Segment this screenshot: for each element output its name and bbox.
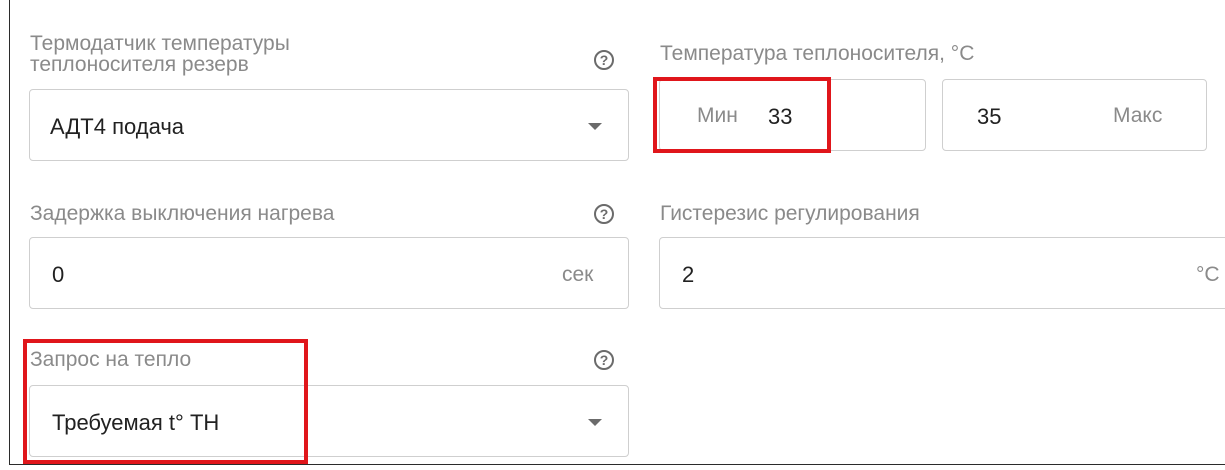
max-label: Макс xyxy=(1113,104,1163,127)
sensor-reserve-select[interactable]: АДТ4 подача xyxy=(29,89,629,161)
heat-request-label: Запрос на тепло xyxy=(30,348,192,371)
min-value: 33 xyxy=(768,104,793,129)
coolant-temp-label: Температура теплоносителя, °C xyxy=(660,42,975,65)
sensor-reserve-value: АДТ4 подача xyxy=(50,114,185,139)
heating-delay-field[interactable]: 0 сек xyxy=(29,237,629,309)
max-value: 35 xyxy=(977,104,1002,129)
heat-request-select[interactable]: Требуемая t° ТН xyxy=(29,385,629,457)
chevron-down-icon xyxy=(588,123,602,130)
help-icon[interactable]: ? xyxy=(594,204,614,224)
heat-request-value: Требуемая t° ТН xyxy=(52,410,220,435)
settings-panel: Термодатчик температуры теплоносителя ре… xyxy=(9,0,1225,465)
heating-delay-label: Задержка выключения нагрева xyxy=(30,202,335,225)
coolant-temp-max-field[interactable]: 35 Макс xyxy=(942,79,1207,151)
sensor-reserve-label-line2: теплоносителя резерв xyxy=(30,53,249,76)
heating-delay-unit: сек xyxy=(562,263,594,286)
coolant-temp-min-field[interactable]: Мин 33 xyxy=(659,79,926,151)
hysteresis-unit: °C xyxy=(1196,263,1220,286)
hysteresis-value: 2 xyxy=(682,262,695,287)
hysteresis-label: Гистерезис регулирования xyxy=(660,202,920,225)
help-icon[interactable]: ? xyxy=(594,350,614,370)
sensor-reserve-label-line1: Термодатчик температуры xyxy=(30,32,290,55)
help-icon[interactable]: ? xyxy=(594,50,614,70)
chevron-down-icon xyxy=(588,419,602,426)
heating-delay-value: 0 xyxy=(52,262,65,287)
hysteresis-field[interactable]: 2 °C xyxy=(659,237,1225,309)
min-label: Мин xyxy=(697,104,738,127)
